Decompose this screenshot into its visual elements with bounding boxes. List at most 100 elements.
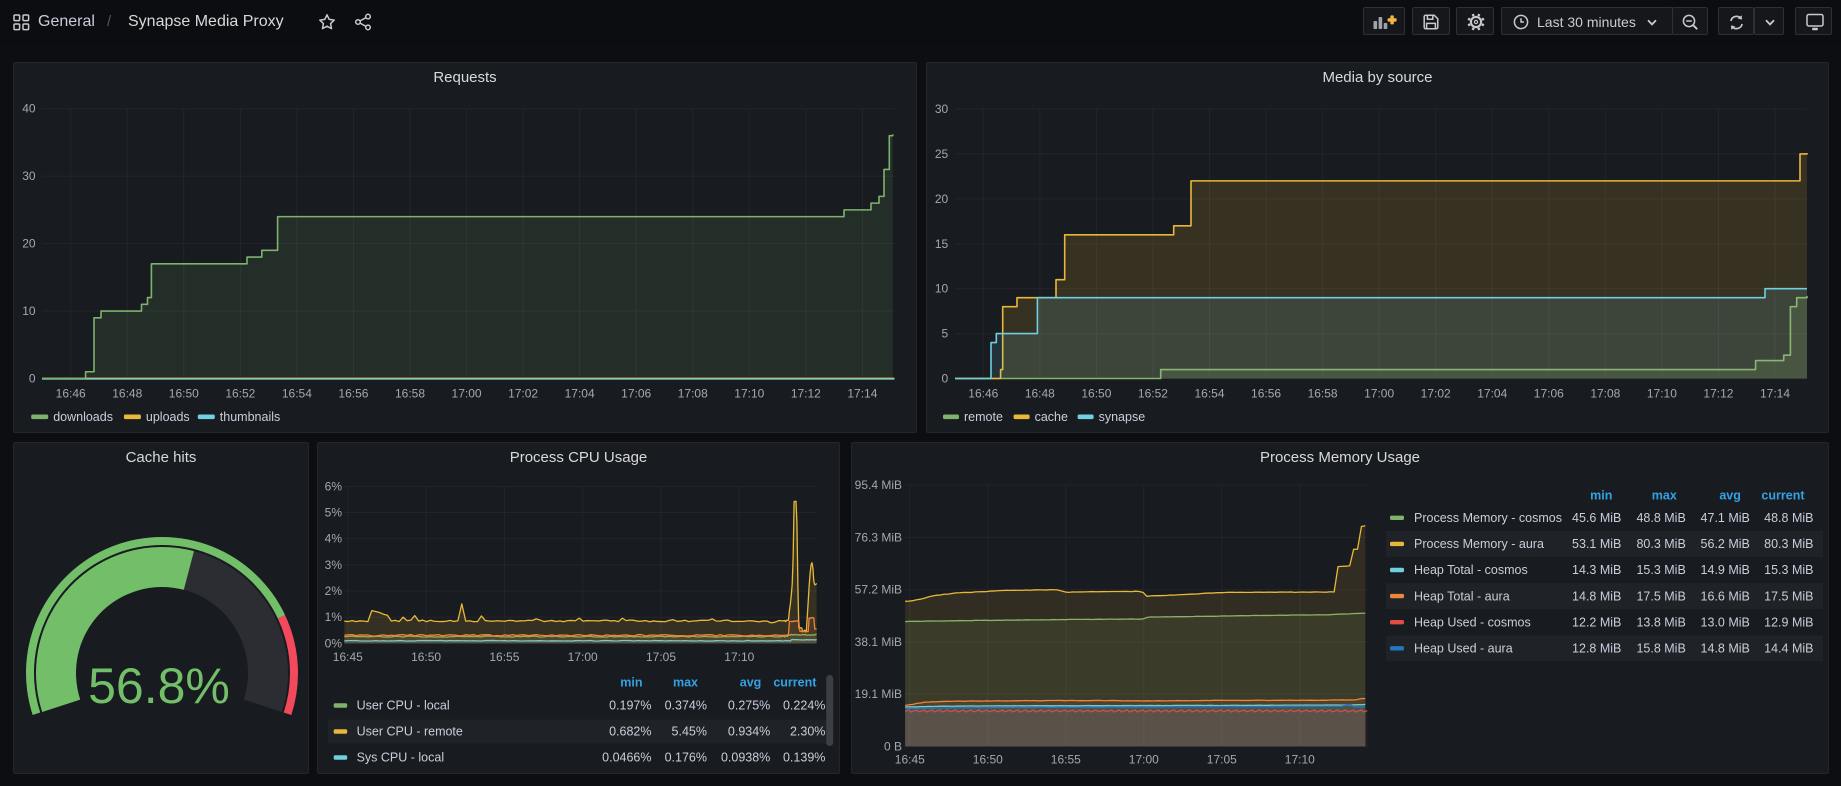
svg-text:min: min	[620, 676, 642, 690]
svg-text:16:50: 16:50	[411, 650, 441, 664]
svg-text:remote: remote	[964, 410, 1003, 424]
svg-text:17:08: 17:08	[1590, 387, 1620, 401]
svg-text:17:10: 17:10	[734, 387, 764, 401]
svg-text:16.6 MiB: 16.6 MiB	[1701, 589, 1750, 603]
svg-text:30: 30	[22, 169, 36, 183]
svg-text:13.0 MiB: 13.0 MiB	[1701, 615, 1750, 629]
svg-text:14.4 MiB: 14.4 MiB	[1764, 642, 1813, 656]
svg-text:17:00: 17:00	[1129, 753, 1159, 767]
svg-text:User CPU - local: User CPU - local	[357, 699, 450, 713]
svg-text:0.374%: 0.374%	[665, 699, 707, 713]
svg-text:Heap Total - cosmos: Heap Total - cosmos	[1414, 563, 1528, 577]
svg-text:48.8 MiB: 48.8 MiB	[1764, 511, 1813, 525]
svg-text:17.5 MiB: 17.5 MiB	[1636, 589, 1685, 603]
svg-text:current: current	[1761, 488, 1805, 502]
svg-text:2.30%: 2.30%	[790, 725, 825, 739]
svg-text:0.0466%: 0.0466%	[602, 751, 651, 765]
svg-text:10: 10	[22, 304, 36, 318]
svg-text:16:45: 16:45	[333, 650, 363, 664]
svg-text:17:00: 17:00	[568, 650, 598, 664]
svg-text:17:02: 17:02	[1421, 387, 1451, 401]
svg-text:0.0938%: 0.0938%	[721, 751, 770, 765]
svg-text:14.3 MiB: 14.3 MiB	[1572, 563, 1621, 577]
svg-text:17:02: 17:02	[508, 387, 538, 401]
svg-text:17:00: 17:00	[1364, 387, 1394, 401]
svg-text:10: 10	[935, 282, 949, 296]
svg-text:25: 25	[935, 147, 949, 161]
svg-text:16:48: 16:48	[1025, 387, 1055, 401]
svg-text:47.1 MiB: 47.1 MiB	[1701, 511, 1750, 525]
svg-text:12.2 MiB: 12.2 MiB	[1572, 615, 1621, 629]
svg-text:95.4 MiB: 95.4 MiB	[855, 478, 902, 492]
svg-text:17.5 MiB: 17.5 MiB	[1764, 589, 1813, 603]
svg-text:17:14: 17:14	[847, 387, 877, 401]
svg-text:16:46: 16:46	[968, 387, 998, 401]
svg-text:80.3 MiB: 80.3 MiB	[1636, 537, 1685, 551]
svg-text:17:12: 17:12	[791, 387, 821, 401]
svg-text:0.139%: 0.139%	[783, 751, 825, 765]
svg-text:16:52: 16:52	[225, 387, 255, 401]
svg-text:0 B: 0 B	[884, 739, 902, 753]
svg-text:56.2 MiB: 56.2 MiB	[1701, 537, 1750, 551]
svg-text:16:50: 16:50	[1081, 387, 1111, 401]
svg-text:avg: avg	[740, 676, 762, 690]
svg-text:17:10: 17:10	[1285, 753, 1315, 767]
svg-text:20: 20	[22, 237, 36, 251]
svg-text:max: max	[673, 676, 698, 690]
svg-text:17:04: 17:04	[565, 387, 595, 401]
svg-text:16:50: 16:50	[973, 753, 1003, 767]
svg-text:synapse: synapse	[1099, 410, 1146, 424]
svg-text:16:56: 16:56	[338, 387, 368, 401]
svg-text:16:54: 16:54	[1194, 387, 1224, 401]
svg-text:uploads: uploads	[146, 410, 190, 424]
svg-text:Heap Used - aura: Heap Used - aura	[1414, 642, 1513, 656]
svg-text:16:58: 16:58	[395, 387, 425, 401]
svg-text:current: current	[773, 676, 817, 690]
svg-text:16:55: 16:55	[489, 650, 519, 664]
svg-text:Process Memory - aura: Process Memory - aura	[1414, 537, 1544, 551]
svg-text:Heap Used - cosmos: Heap Used - cosmos	[1414, 615, 1531, 629]
svg-text:15.3 MiB: 15.3 MiB	[1636, 563, 1685, 577]
svg-text:53.1 MiB: 53.1 MiB	[1572, 537, 1621, 551]
svg-text:0.934%: 0.934%	[728, 725, 770, 739]
svg-text:5: 5	[942, 327, 949, 341]
svg-text:16:45: 16:45	[895, 753, 925, 767]
svg-text:5%: 5%	[325, 506, 343, 520]
svg-text:30: 30	[935, 102, 949, 116]
svg-text:14.9 MiB: 14.9 MiB	[1701, 563, 1750, 577]
svg-text:0.176%: 0.176%	[665, 751, 707, 765]
svg-text:4%: 4%	[325, 532, 343, 546]
svg-text:12.8 MiB: 12.8 MiB	[1572, 642, 1621, 656]
svg-text:12.9 MiB: 12.9 MiB	[1764, 615, 1813, 629]
svg-text:0: 0	[29, 372, 36, 386]
svg-text:6%: 6%	[325, 479, 343, 493]
svg-text:76.3 MiB: 76.3 MiB	[855, 530, 902, 544]
svg-text:max: max	[1652, 488, 1677, 502]
svg-text:0.682%: 0.682%	[609, 725, 651, 739]
svg-text:17:00: 17:00	[452, 387, 482, 401]
svg-text:14.8 MiB: 14.8 MiB	[1701, 642, 1750, 656]
svg-text:57.2 MiB: 57.2 MiB	[855, 583, 902, 597]
svg-text:avg: avg	[1719, 488, 1741, 502]
svg-text:17:04: 17:04	[1477, 387, 1507, 401]
svg-text:16:56: 16:56	[1251, 387, 1281, 401]
svg-text:min: min	[1590, 488, 1612, 502]
svg-text:2%: 2%	[325, 584, 343, 598]
svg-text:17:05: 17:05	[1207, 753, 1237, 767]
svg-text:80.3 MiB: 80.3 MiB	[1764, 537, 1813, 551]
svg-text:16:54: 16:54	[282, 387, 312, 401]
svg-text:17:14: 17:14	[1760, 387, 1790, 401]
svg-text:56.8%: 56.8%	[88, 658, 230, 714]
svg-text:16:58: 16:58	[1308, 387, 1338, 401]
svg-text:14.8 MiB: 14.8 MiB	[1572, 589, 1621, 603]
svg-text:Sys CPU - local: Sys CPU - local	[357, 751, 445, 765]
svg-text:17:05: 17:05	[646, 650, 676, 664]
svg-text:13.8 MiB: 13.8 MiB	[1636, 615, 1685, 629]
svg-text:16:52: 16:52	[1138, 387, 1168, 401]
svg-text:0.275%: 0.275%	[728, 699, 770, 713]
svg-text:16:55: 16:55	[1051, 753, 1081, 767]
svg-text:Heap Total - aura: Heap Total - aura	[1414, 589, 1510, 603]
svg-text:User CPU - remote: User CPU - remote	[357, 725, 463, 739]
svg-text:5.45%: 5.45%	[672, 725, 707, 739]
svg-text:3%: 3%	[325, 558, 343, 572]
